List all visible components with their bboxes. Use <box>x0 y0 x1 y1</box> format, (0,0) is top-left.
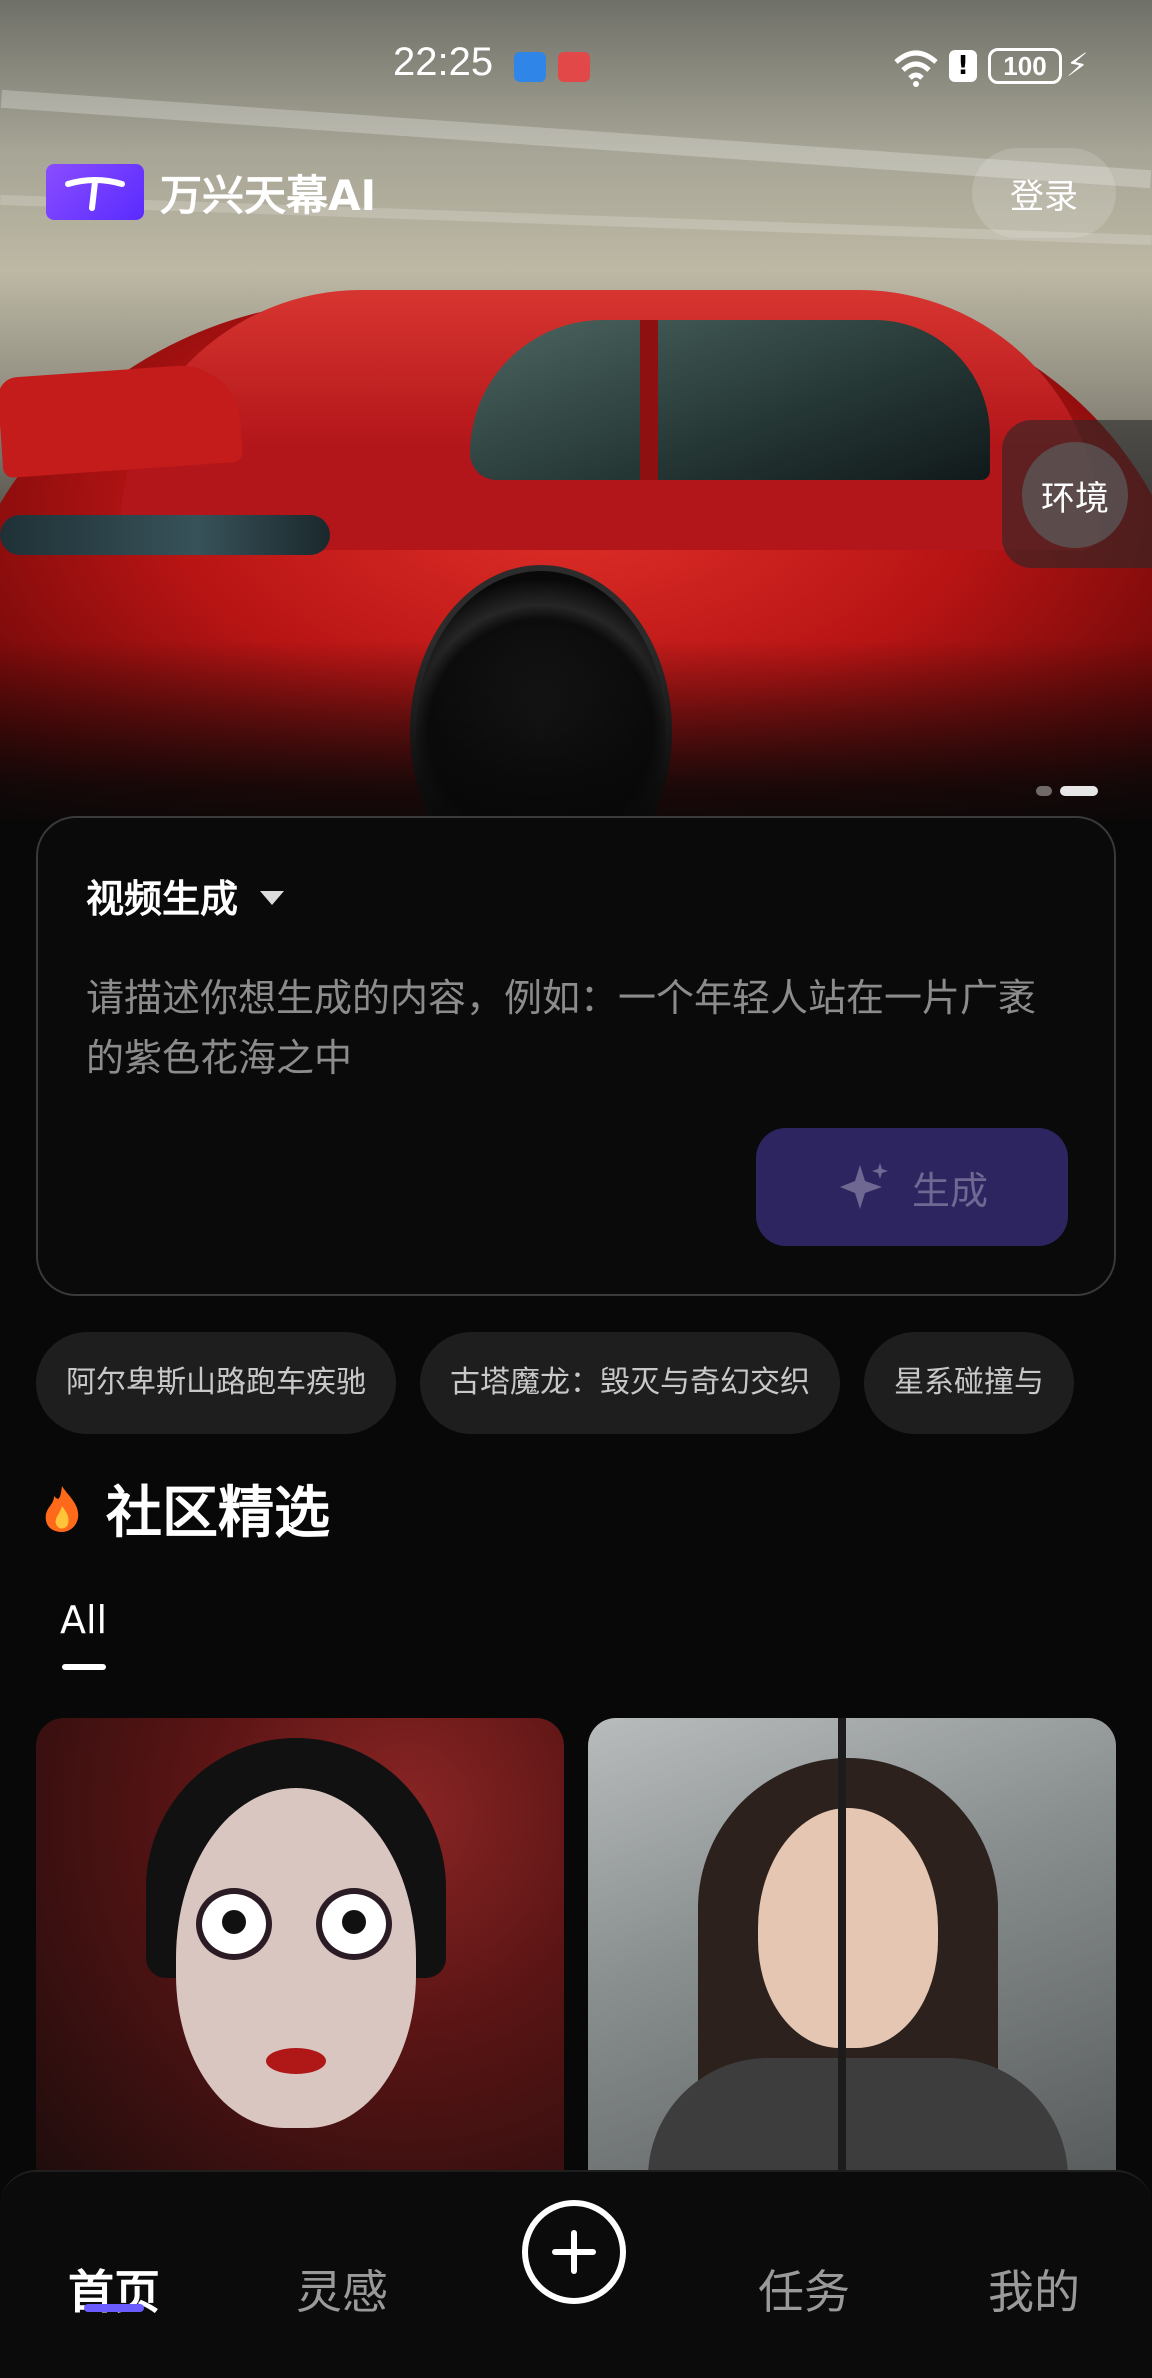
carousel-dot-active <box>1060 785 1098 796</box>
community-card-image[interactable] <box>36 1718 564 2198</box>
environment-tag-panel[interactable]: 环境 <box>1002 420 1152 568</box>
character-eye <box>196 1888 272 1960</box>
alert-icon: ! <box>949 50 977 82</box>
notification-book-icon <box>558 52 590 82</box>
suggestion-chip[interactable]: 阿尔卑斯山路跑车疾驰 <box>36 1332 396 1434</box>
tab-underline <box>62 1664 106 1670</box>
portrait-face <box>758 1808 938 2048</box>
battery-icon: 100 <box>988 48 1062 84</box>
car-taillight <box>0 515 330 555</box>
status-bar: 22:25 ! 100 ⚡ <box>0 0 1152 130</box>
environment-tag-button[interactable]: 环境 <box>1022 442 1128 548</box>
app-name: 万兴天幕AI <box>160 171 377 220</box>
wifi-icon <box>894 50 938 87</box>
car-window <box>470 320 990 480</box>
community-header: 社区精选 <box>40 1468 330 1549</box>
prompt-card: 视频生成 请描述你想生成的内容，例如：一个年轻人站在一片广袤的紫色花海之中 生成 <box>36 816 1116 1296</box>
hero-fade <box>0 640 1152 845</box>
nav-active-indicator <box>84 2304 144 2312</box>
umbrella-pole <box>838 1718 846 2198</box>
mode-label: 视频生成 <box>86 877 239 921</box>
carousel-indicator <box>1036 780 1106 799</box>
caret-down-icon <box>260 890 285 905</box>
nav-inspiration[interactable]: 灵感 <box>296 2256 388 2322</box>
character-lips <box>266 2048 326 2074</box>
section-title: 社区精选 <box>106 1481 330 1546</box>
car-window-pillar <box>640 320 658 480</box>
plus-circle-icon[interactable] <box>522 2200 626 2304</box>
carousel-dot <box>1036 785 1052 796</box>
character-face <box>176 1788 416 2128</box>
status-time: 22:25 <box>393 40 494 84</box>
login-button[interactable]: 登录 <box>972 148 1116 238</box>
notification-usb-icon <box>514 52 546 82</box>
sparkle-icon <box>839 1163 888 1209</box>
fire-icon <box>45 1485 79 1532</box>
app-logo-icon <box>46 164 144 220</box>
prompt-input[interactable]: 请描述你想生成的内容，例如：一个年轻人站在一片广袤的紫色花海之中 <box>86 968 1066 1088</box>
car-spoiler <box>0 361 244 479</box>
generate-button[interactable]: 生成 <box>756 1128 1068 1246</box>
nav-home[interactable]: 首页 <box>68 2256 160 2322</box>
suggestion-chips: 阿尔卑斯山路跑车疾驰 古塔魔龙：毁灭与奇幻交织 星系碰撞与 <box>36 1332 1116 1436</box>
charging-icon: ⚡ <box>1066 46 1089 84</box>
suggestion-chip[interactable]: 星系碰撞与 <box>864 1332 1074 1434</box>
nav-tasks[interactable]: 任务 <box>758 2256 850 2322</box>
tab-all[interactable]: All <box>60 1598 107 1642</box>
generate-label: 生成 <box>911 1168 988 1213</box>
mode-selector[interactable]: 视频生成 <box>86 868 285 923</box>
community-card-image[interactable] <box>588 1718 1116 2198</box>
nav-mine[interactable]: 我的 <box>988 2256 1080 2322</box>
suggestion-chip[interactable]: 古塔魔龙：毁灭与奇幻交织 <box>420 1332 840 1434</box>
character-eye <box>316 1888 392 1960</box>
